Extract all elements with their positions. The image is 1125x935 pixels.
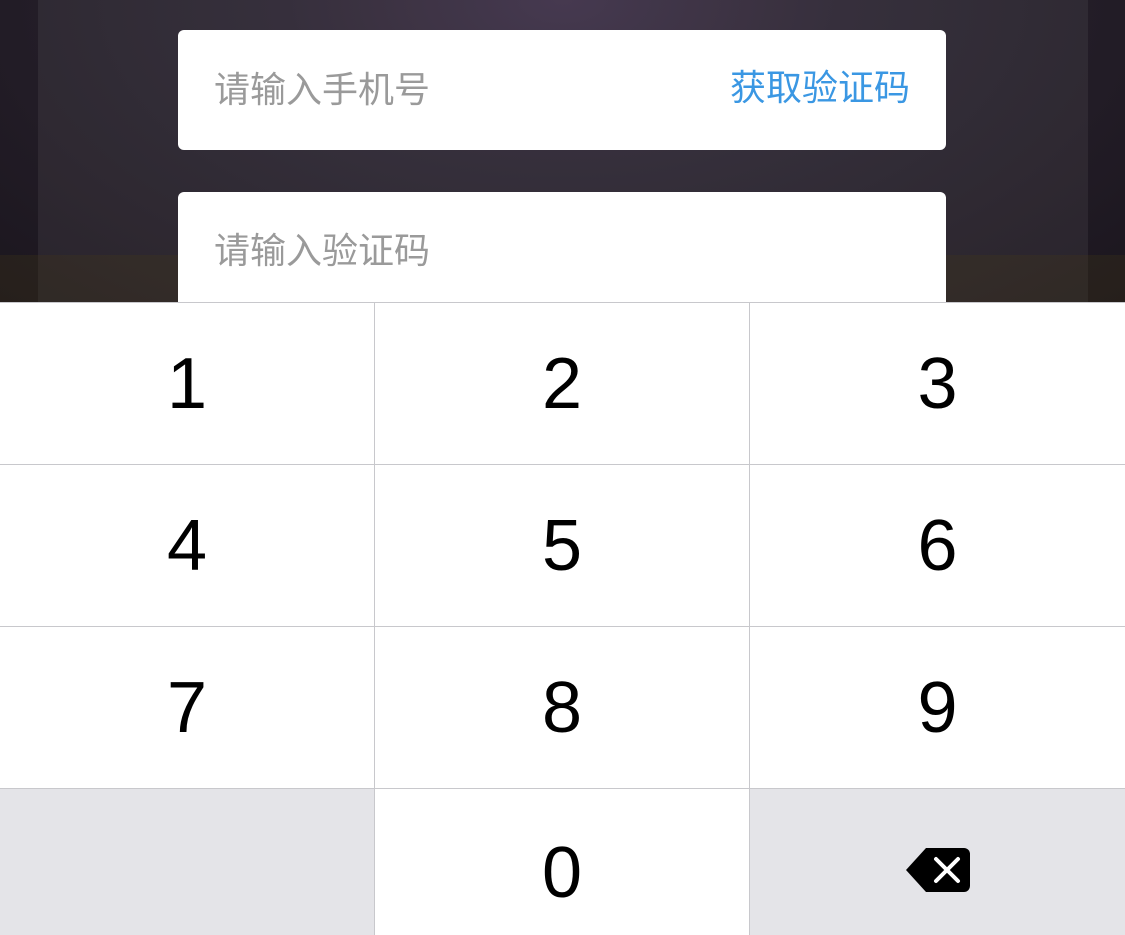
key-label: 7 <box>166 667 208 748</box>
key-1[interactable]: 1 <box>0 303 374 464</box>
key-blank <box>0 789 374 935</box>
key-label: 4 <box>166 505 208 586</box>
numeric-keypad: 1 2 3 4 5 6 7 8 9 0 <box>0 302 1125 935</box>
key-5[interactable]: 5 <box>375 465 749 626</box>
login-screen: 获取验证码 1 2 3 4 5 6 7 8 9 0 <box>0 0 1125 935</box>
key-7[interactable]: 7 <box>0 627 374 788</box>
key-2[interactable]: 2 <box>375 303 749 464</box>
key-0[interactable]: 0 <box>375 789 749 935</box>
key-label: 9 <box>917 667 958 748</box>
key-label: 1 <box>166 343 208 424</box>
phone-input[interactable] <box>214 30 714 150</box>
key-3[interactable]: 3 <box>750 303 1125 464</box>
key-label: 6 <box>917 505 958 586</box>
key-6[interactable]: 6 <box>750 465 1125 626</box>
key-4[interactable]: 4 <box>0 465 374 626</box>
code-input[interactable] <box>214 192 714 310</box>
backspace-icon <box>904 846 972 894</box>
key-label: 2 <box>541 343 583 424</box>
phone-field: 获取验证码 <box>178 30 946 150</box>
delete-key[interactable] <box>750 789 1125 935</box>
key-label: 5 <box>541 505 583 586</box>
key-label: 3 <box>917 343 958 424</box>
key-9[interactable]: 9 <box>750 627 1125 788</box>
key-label: 8 <box>541 667 583 748</box>
key-8[interactable]: 8 <box>375 627 749 788</box>
get-code-button[interactable]: 获取验证码 <box>730 30 910 148</box>
key-label: 0 <box>541 833 583 913</box>
